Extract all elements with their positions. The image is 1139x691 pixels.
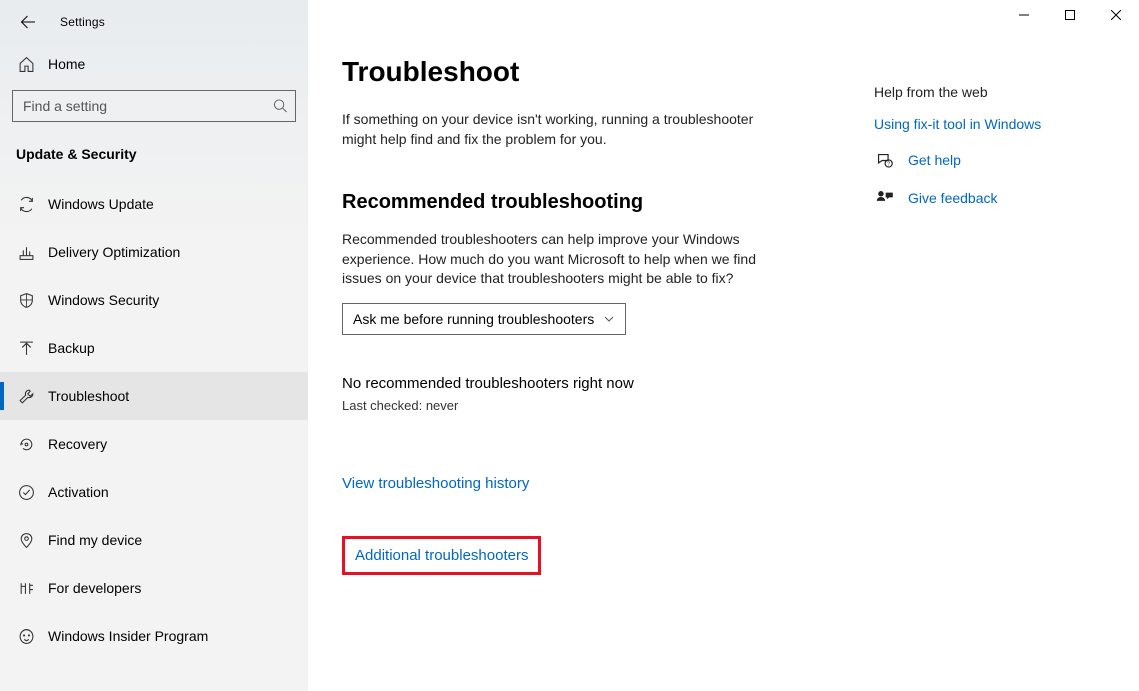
sidebar-item-label: Backup: [48, 340, 95, 356]
recommended-status: No recommended troubleshooters right now: [342, 375, 822, 392]
sidebar-item-delivery-optimization[interactable]: Delivery Optimization: [0, 228, 308, 276]
check-circle-icon: [16, 482, 36, 502]
chat-help-icon: ?: [874, 150, 894, 170]
sidebar-item-windows-security[interactable]: Windows Security: [0, 276, 308, 324]
arrow-left-icon: [20, 14, 36, 30]
additional-troubleshooters-link[interactable]: Additional troubleshooters: [355, 547, 528, 564]
feedback-icon: [874, 188, 894, 208]
recovery-icon: [16, 434, 36, 454]
sidebar-item-label: Windows Insider Program: [48, 628, 208, 644]
sidebar-item-recovery[interactable]: Recovery: [0, 420, 308, 468]
sidebar-item-label: Windows Security: [48, 292, 159, 308]
search-input[interactable]: [12, 90, 296, 122]
main-area: Troubleshoot If something on your device…: [308, 0, 1139, 691]
search-container: [12, 90, 296, 122]
chevron-down-icon: [603, 313, 615, 325]
content-column: Troubleshoot If something on your device…: [342, 44, 822, 575]
category-label: Update & Security: [0, 132, 308, 180]
home-label: Home: [48, 56, 85, 72]
title-row: Settings: [0, 0, 308, 44]
minimize-button[interactable]: [1001, 0, 1047, 30]
sidebar-item-windows-update[interactable]: Windows Update: [0, 180, 308, 228]
view-history-link[interactable]: View troubleshooting history: [342, 475, 529, 492]
developer-icon: [16, 578, 36, 598]
back-button[interactable]: [12, 6, 44, 38]
sidebar-item-label: Activation: [48, 484, 109, 500]
page-title: Troubleshoot: [342, 56, 822, 88]
insider-icon: [16, 626, 36, 646]
get-help-action[interactable]: ? Get help: [874, 150, 1041, 170]
recommended-status-sub: Last checked: never: [342, 398, 822, 413]
home-icon: [16, 54, 36, 74]
sidebar-item-troubleshoot[interactable]: Troubleshoot: [0, 372, 308, 420]
give-feedback-action[interactable]: Give feedback: [874, 188, 1041, 208]
give-feedback-label: Give feedback: [908, 190, 998, 206]
page-description: If something on your device isn't workin…: [342, 110, 762, 149]
sidebar: Settings Home Update & Security Windows …: [0, 0, 308, 691]
help-aside: Help from the web Using fix-it tool in W…: [874, 44, 1041, 575]
troubleshoot-preference-dropdown[interactable]: Ask me before running troubleshooters: [342, 303, 626, 335]
aside-heading: Help from the web: [874, 84, 1041, 100]
search-icon: [273, 99, 288, 114]
window-title: Settings: [60, 15, 105, 29]
sidebar-item-backup[interactable]: Backup: [0, 324, 308, 372]
sidebar-item-windows-insider[interactable]: Windows Insider Program: [0, 612, 308, 660]
delivery-icon: [16, 242, 36, 262]
sidebar-item-find-my-device[interactable]: Find my device: [0, 516, 308, 564]
window-controls: [1001, 0, 1139, 30]
close-button[interactable]: [1093, 0, 1139, 30]
sidebar-item-activation[interactable]: Activation: [0, 468, 308, 516]
wrench-icon: [16, 386, 36, 406]
get-help-label: Get help: [908, 152, 961, 168]
close-icon: [1111, 10, 1121, 20]
sidebar-item-for-developers[interactable]: For developers: [0, 564, 308, 612]
shield-icon: [16, 290, 36, 310]
recommended-description: Recommended troubleshooters can help imp…: [342, 230, 762, 289]
svg-text:?: ?: [887, 161, 890, 167]
sidebar-item-label: Windows Update: [48, 196, 154, 212]
sync-icon: [16, 194, 36, 214]
maximize-icon: [1065, 10, 1075, 20]
sidebar-item-label: Delivery Optimization: [48, 244, 180, 260]
sidebar-item-label: For developers: [48, 580, 141, 596]
sidebar-item-label: Troubleshoot: [48, 388, 129, 404]
home-nav[interactable]: Home: [0, 44, 308, 84]
additional-troubleshooters-highlight: Additional troubleshooters: [342, 536, 541, 575]
sidebar-item-label: Recovery: [48, 436, 107, 452]
recommended-heading: Recommended troubleshooting: [342, 191, 822, 214]
sidebar-item-label: Find my device: [48, 532, 142, 548]
minimize-icon: [1019, 10, 1029, 20]
dropdown-value: Ask me before running troubleshooters: [353, 311, 594, 327]
maximize-button[interactable]: [1047, 0, 1093, 30]
nav-list: Windows Update Delivery Optimization Win…: [0, 180, 308, 660]
backup-icon: [16, 338, 36, 358]
location-icon: [16, 530, 36, 550]
fixit-link[interactable]: Using fix-it tool in Windows: [874, 116, 1041, 132]
